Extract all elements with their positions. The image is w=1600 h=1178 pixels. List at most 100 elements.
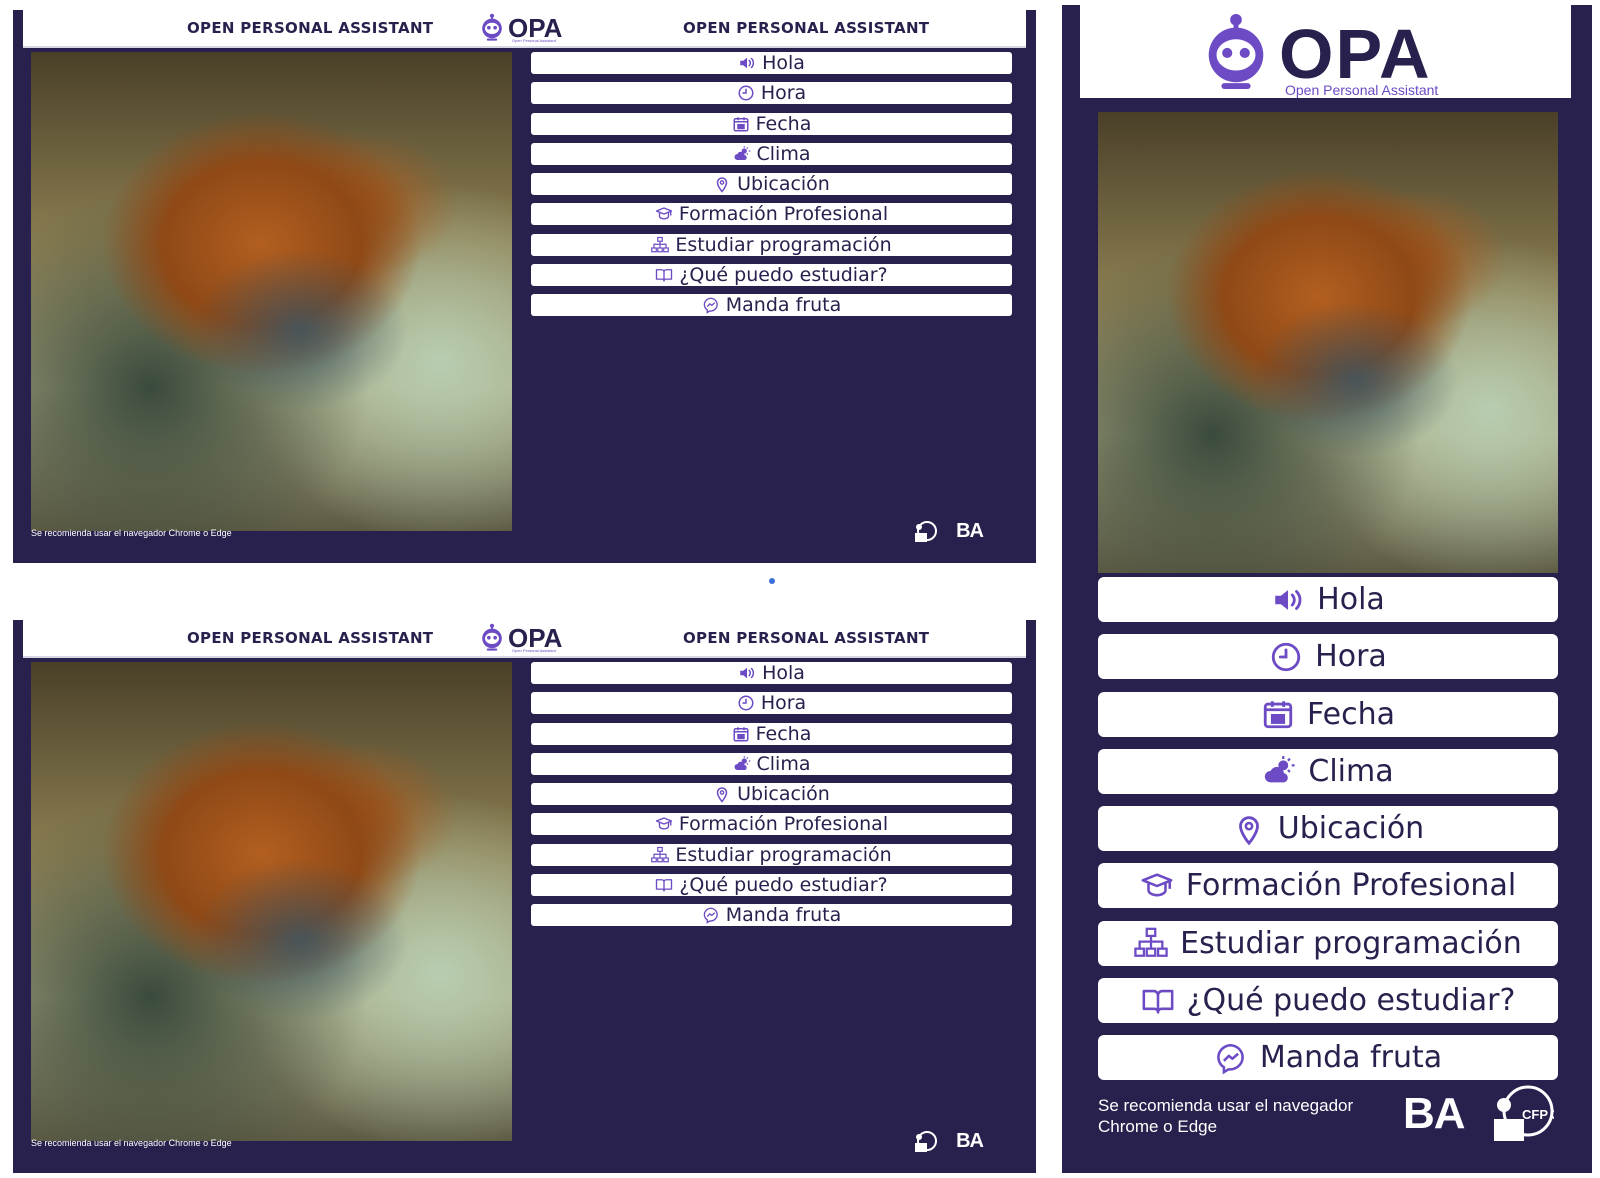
speaker-icon bbox=[1271, 583, 1305, 617]
header-bar: OPEN PERSONAL ASSISTANT OPA Open Persona… bbox=[23, 10, 1026, 48]
clock-icon bbox=[1269, 640, 1303, 674]
menu-button-ubicacion[interactable]: Ubicación bbox=[531, 783, 1012, 806]
clock-icon bbox=[737, 694, 755, 712]
menu-button-formacion-profesional[interactable]: Formación Profesional bbox=[1098, 863, 1558, 909]
footer-logos: BA bbox=[913, 1130, 984, 1153]
menu-button-que-puedo-estudiar[interactable]: ¿Qué puedo estudiar? bbox=[1098, 978, 1558, 1024]
cfp-seal-icon bbox=[915, 520, 937, 542]
menu-button-clima[interactable]: Clima bbox=[1098, 748, 1558, 794]
header-bar: OPA Open Personal Assistant bbox=[1080, 5, 1571, 98]
sitemap-icon bbox=[651, 236, 669, 254]
menu-button-clima[interactable]: Clima bbox=[531, 752, 1012, 775]
footer-logos: BA bbox=[913, 520, 984, 543]
menu-button-ubicacion[interactable]: Ubicación bbox=[1098, 806, 1558, 852]
robot-icon bbox=[478, 12, 506, 42]
ba-logo: BA bbox=[1403, 1089, 1466, 1138]
menu-list: Hola Hora Fecha Clima Ubicación Formació… bbox=[531, 52, 1012, 325]
open-book-icon bbox=[1141, 984, 1175, 1018]
browser-recommendation: Se recomienda usar el navegador Chrome o… bbox=[1098, 1096, 1354, 1136]
menu-label: Manda fruta bbox=[725, 904, 842, 927]
capybara-image bbox=[31, 662, 512, 1141]
menu-button-que-puedo-estudiar[interactable]: ¿Qué puedo estudiar? bbox=[531, 264, 1012, 287]
speaker-icon bbox=[738, 54, 756, 72]
menu-label: Fecha bbox=[755, 112, 812, 135]
menu-button-hola[interactable]: Hola bbox=[531, 662, 1012, 684]
logo-subtitle: Open Personal Assistant bbox=[1285, 82, 1439, 98]
menu-button-formacion-profesional[interactable]: Formación Profesional bbox=[531, 203, 1012, 226]
seal-text: CFP 35 bbox=[1522, 1107, 1554, 1122]
weather-icon bbox=[733, 755, 751, 773]
sitemap-icon bbox=[651, 846, 669, 864]
menu-label: ¿Qué puedo estudiar? bbox=[679, 874, 888, 897]
menu-list: Hola Hora Fecha Clima Ubicación Formació… bbox=[1098, 577, 1558, 1093]
location-pin-icon bbox=[1232, 812, 1266, 846]
logo-subtitle: Open Personal Assistant bbox=[512, 38, 556, 43]
menu-button-fecha[interactable]: Fecha bbox=[1098, 691, 1558, 737]
open-book-icon bbox=[655, 876, 673, 894]
menu-button-estudiar-programacion[interactable]: Estudiar programación bbox=[531, 233, 1012, 256]
logo-word: OPA bbox=[1279, 15, 1432, 93]
landscape-panel-top: OPEN PERSONAL ASSISTANT OPA Open Persona… bbox=[13, 10, 1036, 563]
menu-label: Fecha bbox=[755, 722, 812, 745]
calendar-icon bbox=[732, 725, 750, 743]
messenger-icon bbox=[1214, 1041, 1248, 1075]
menu-button-manda-fruta[interactable]: Manda fruta bbox=[1098, 1035, 1558, 1081]
weather-icon bbox=[1262, 754, 1296, 788]
landscape-panel-bottom: OPEN PERSONAL ASSISTANT OPA Open Persona… bbox=[13, 620, 1036, 1173]
menu-button-hora[interactable]: Hora bbox=[1098, 634, 1558, 680]
menu-label: Hora bbox=[760, 692, 807, 715]
logo-subtitle: Open Personal Assistant bbox=[512, 648, 556, 653]
speaker-icon bbox=[738, 664, 756, 682]
menu-label: Manda fruta bbox=[1259, 1040, 1443, 1076]
menu-button-hola[interactable]: Hola bbox=[531, 52, 1012, 74]
menu-label: Formación Profesional bbox=[678, 203, 889, 226]
menu-label: Clima bbox=[1308, 753, 1394, 789]
calendar-icon bbox=[1261, 697, 1295, 731]
messenger-icon bbox=[702, 296, 720, 314]
opa-logo: OPA Open Personal Assistant bbox=[1197, 9, 1457, 98]
header-bar: OPEN PERSONAL ASSISTANT OPA Open Persona… bbox=[23, 620, 1026, 658]
browser-recommendation: Se recomienda usar el navegador Chrome o… bbox=[31, 528, 232, 538]
menu-button-clima[interactable]: Clima bbox=[531, 142, 1012, 165]
cfp-seal-icon: CFP 35 bbox=[1493, 1085, 1554, 1141]
menu-button-hora[interactable]: Hora bbox=[531, 692, 1012, 715]
menu-label: Hora bbox=[1315, 639, 1387, 675]
menu-button-formacion-profesional[interactable]: Formación Profesional bbox=[531, 813, 1012, 836]
menu-button-manda-fruta[interactable]: Manda fruta bbox=[531, 904, 1012, 927]
robot-icon bbox=[1197, 9, 1275, 93]
menu-label: Estudiar programación bbox=[1180, 925, 1522, 961]
carousel-indicator-dot[interactable] bbox=[769, 578, 775, 584]
menu-label: ¿Qué puedo estudiar? bbox=[679, 264, 888, 287]
menu-button-hola[interactable]: Hola bbox=[1098, 577, 1558, 622]
menu-label: Formación Profesional bbox=[1185, 868, 1517, 904]
menu-label: Ubicación bbox=[1277, 811, 1425, 847]
menu-button-ubicacion[interactable]: Ubicación bbox=[531, 173, 1012, 196]
menu-label: Clima bbox=[756, 752, 811, 775]
header-title-left: OPEN PERSONAL ASSISTANT bbox=[187, 629, 434, 647]
menu-button-estudiar-programacion[interactable]: Estudiar programación bbox=[1098, 920, 1558, 966]
menu-button-manda-fruta[interactable]: Manda fruta bbox=[531, 294, 1012, 317]
menu-label: Estudiar programación bbox=[675, 233, 892, 256]
menu-label: Ubicación bbox=[737, 173, 830, 196]
menu-button-fecha[interactable]: Fecha bbox=[531, 722, 1012, 745]
header-title-right: OPEN PERSONAL ASSISTANT bbox=[683, 629, 930, 647]
header-title-right: OPEN PERSONAL ASSISTANT bbox=[683, 19, 930, 37]
menu-label: Ubicación bbox=[737, 783, 830, 806]
graduation-cap-icon bbox=[655, 815, 673, 833]
menu-label: ¿Qué puedo estudiar? bbox=[1186, 983, 1516, 1019]
cfp-seal-icon bbox=[915, 1130, 937, 1152]
menu-button-estudiar-programacion[interactable]: Estudiar programación bbox=[531, 843, 1012, 866]
menu-button-fecha[interactable]: Fecha bbox=[531, 112, 1012, 135]
weather-icon bbox=[733, 145, 751, 163]
menu-button-hora[interactable]: Hora bbox=[531, 82, 1012, 105]
browser-recommendation: Se recomienda usar el navegador Chrome o… bbox=[31, 1138, 232, 1148]
menu-button-que-puedo-estudiar[interactable]: ¿Qué puedo estudiar? bbox=[531, 874, 1012, 897]
robot-icon bbox=[478, 622, 506, 652]
graduation-cap-icon bbox=[1140, 869, 1174, 903]
menu-label: Estudiar programación bbox=[675, 843, 892, 866]
menu-list: Hola Hora Fecha Clima Ubicación Formació… bbox=[531, 662, 1012, 935]
opa-logo: OPA Open Personal Assistant bbox=[478, 622, 578, 654]
clock-icon bbox=[737, 84, 755, 102]
menu-label: Fecha bbox=[1307, 696, 1395, 732]
menu-label: Formación Profesional bbox=[678, 813, 889, 836]
